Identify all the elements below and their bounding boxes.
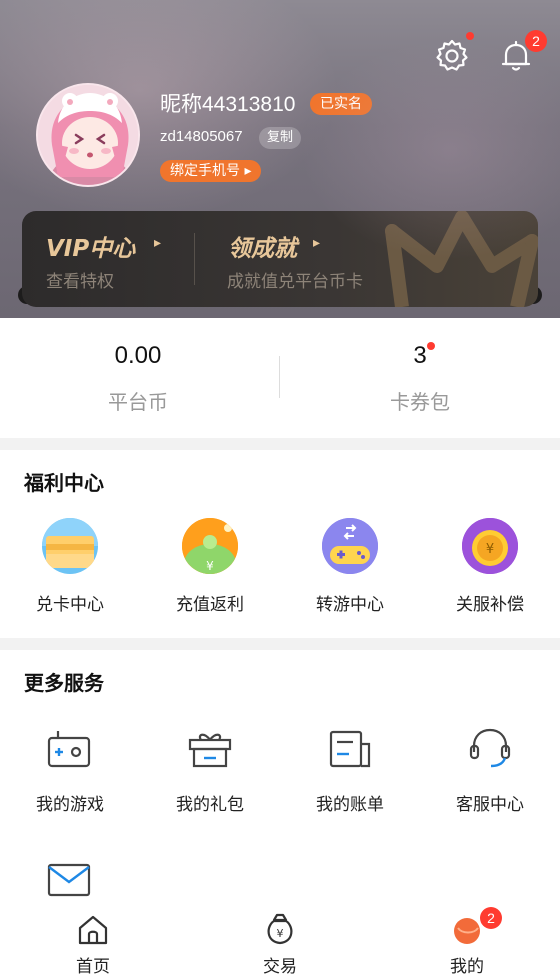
user-id: zd14805067 (160, 128, 243, 145)
achievement-chevron-icon: ▸ (313, 235, 321, 251)
coupon-dot (427, 342, 435, 350)
nickname: 昵称44313810 (160, 93, 296, 116)
card-exchange-label: 兑卡中心 (36, 595, 104, 615)
verified-badge: 已实名 (310, 93, 372, 115)
nav-profile-label: 我的 (450, 957, 484, 977)
achievement-title: 领成就 (228, 236, 297, 262)
avatar[interactable] (36, 83, 140, 187)
profile-badge: 2 (480, 907, 502, 929)
wallet-stats: 0.00 平台币 3 卡券包 (0, 318, 560, 438)
svg-text:¥: ¥ (206, 559, 214, 573)
nav-profile[interactable]: 2 我的 (374, 900, 560, 980)
welfare-section: 福利中心 兑卡中心 ¥ 充值返利 转游中心 ¥ 关服补偿 (0, 450, 560, 638)
notification-button[interactable]: 2 (496, 30, 547, 78)
money-bag-icon: ¥ (264, 912, 296, 950)
customer-service-label: 客服中心 (456, 795, 524, 815)
bell-icon (498, 38, 534, 78)
coupon-wallet-stat[interactable]: 3 卡券包 (320, 318, 520, 438)
customer-service-item[interactable]: 客服中心 (420, 726, 560, 826)
copy-button[interactable]: 复制 (259, 127, 302, 149)
compensation-label: 关服补偿 (456, 595, 524, 615)
settings-dot (466, 32, 474, 40)
recharge-rebate-label: 充值返利 (176, 595, 244, 615)
platform-coin-stat[interactable]: 0.00 平台币 (38, 318, 238, 438)
bill-icon (327, 726, 373, 776)
welfare-title: 福利中心 (24, 471, 104, 495)
vip-center-entry[interactable]: VIP中心 ▸ 查看特权 (22, 211, 194, 307)
coupon-count-value: 3 (413, 342, 427, 369)
gamepad-icon (46, 726, 92, 776)
coupon-wallet-label: 卡券包 (390, 390, 450, 414)
bind-phone-button[interactable]: 绑定手机号 ▸ (160, 160, 262, 182)
messages-item[interactable] (46, 860, 92, 904)
profile-header: 2 昵称44313810 已实名 zd14805067 复制 绑定手机号 ▸ V… (0, 0, 560, 318)
recharge-rebate-icon: ¥ (182, 518, 238, 574)
achievement-entry[interactable]: 领成就 ▸ 成就值兑平台币卡 (195, 211, 415, 307)
bottom-navigation: 首页 ¥ 交易 2 我的 (0, 900, 560, 980)
my-bills-label: 我的账单 (316, 795, 384, 815)
nav-trade[interactable]: ¥ 交易 (187, 900, 373, 980)
services-title: 更多服务 (24, 671, 104, 695)
nav-home-label: 首页 (76, 957, 110, 977)
game-transfer-icon (322, 518, 378, 574)
compensation-coin-icon: ¥ (462, 518, 518, 574)
gift-icon (187, 726, 233, 776)
recharge-rebate-item[interactable]: ¥ 充值返利 (140, 518, 280, 628)
notification-badge: 2 (525, 30, 547, 52)
card-exchange-icon (42, 518, 98, 574)
nav-home[interactable]: 首页 (0, 900, 186, 980)
vip-center-title: VIP中心 (46, 236, 136, 262)
vip-chevron-icon: ▸ (154, 235, 162, 251)
stats-divider (279, 356, 280, 398)
card-exchange-item[interactable]: 兑卡中心 (0, 518, 140, 628)
services-section: 更多服务 我的游戏 我的礼包 我的账单 客服中心 (0, 650, 560, 900)
my-gifts-label: 我的礼包 (176, 795, 244, 815)
compensation-item[interactable]: ¥ 关服补偿 (420, 518, 560, 628)
game-transfer-label: 转游中心 (316, 595, 384, 615)
home-icon (77, 914, 109, 950)
svg-text:¥: ¥ (486, 542, 494, 557)
achievement-subtitle: 成就值兑平台币卡 (227, 272, 363, 292)
my-bills-item[interactable]: 我的账单 (280, 726, 420, 826)
game-transfer-item[interactable]: 转游中心 (280, 518, 420, 628)
my-gifts-item[interactable]: 我的礼包 (140, 726, 280, 826)
settings-button[interactable] (432, 32, 474, 78)
my-games-label: 我的游戏 (36, 795, 104, 815)
vip-center-subtitle: 查看特权 (46, 272, 114, 292)
vip-card: VIP中心 ▸ 查看特权 领成就 ▸ 成就值兑平台币卡 (22, 211, 538, 307)
svg-text:¥: ¥ (277, 927, 284, 940)
my-games-item[interactable]: 我的游戏 (0, 726, 140, 826)
headset-icon (467, 726, 513, 776)
platform-coin-label: 平台币 (108, 390, 168, 414)
nav-trade-label: 交易 (263, 957, 297, 977)
platform-coin-value: 0.00 (114, 342, 162, 369)
gear-icon (434, 38, 470, 78)
